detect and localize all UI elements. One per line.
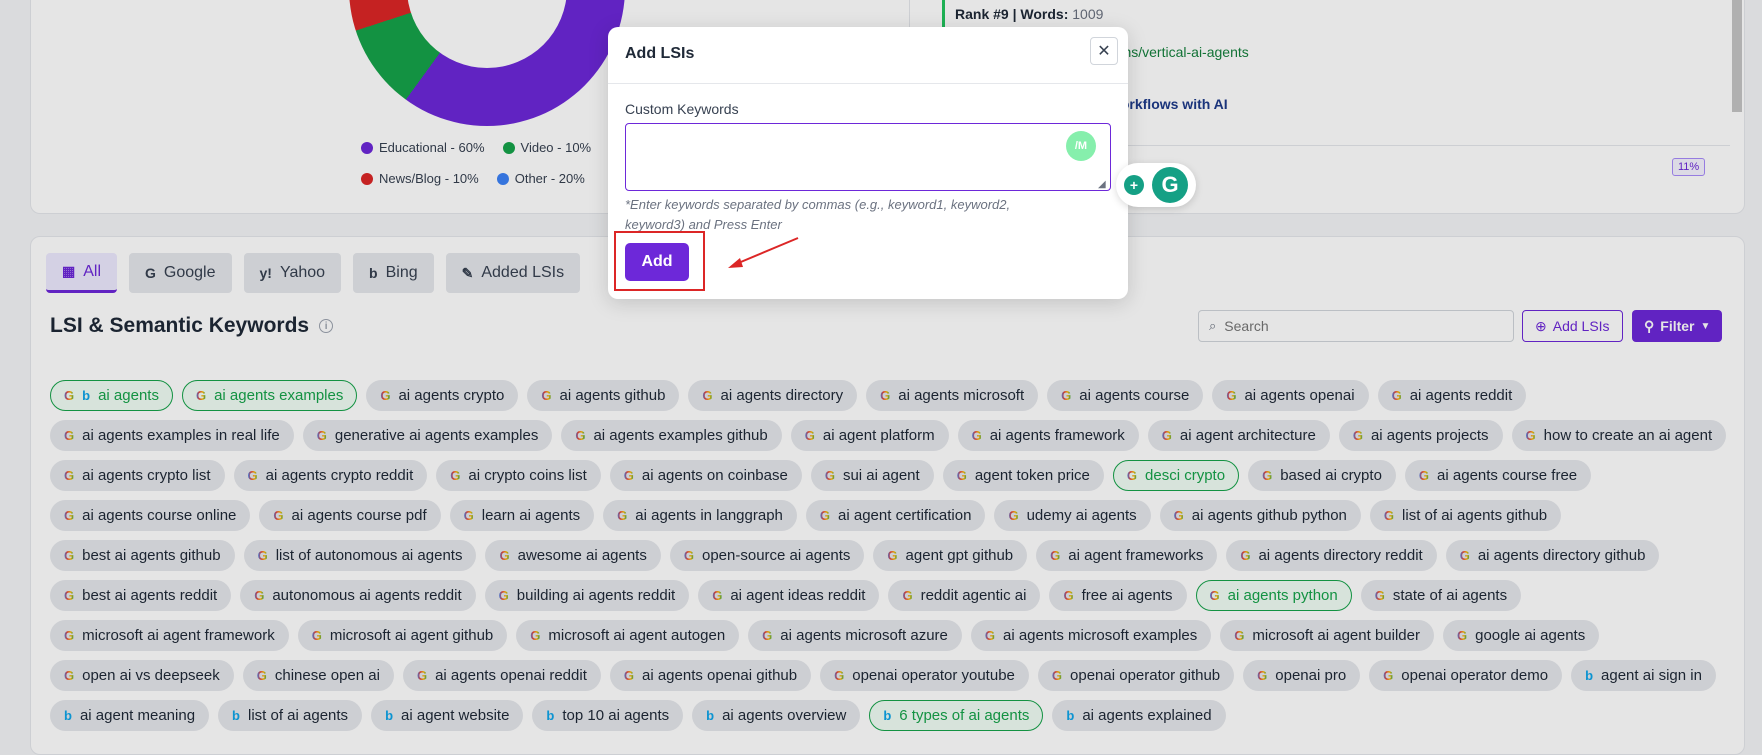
custom-keywords-textarea[interactable] <box>625 123 1111 191</box>
close-button[interactable]: ✕ <box>1090 37 1118 65</box>
input-hint: *Enter keywords separated by commas (e.g… <box>625 197 1011 232</box>
lightbulb-icon[interactable]: + <box>1124 175 1144 195</box>
grammarly-widget[interactable]: + G <box>1116 163 1196 207</box>
custom-keywords-label: Custom Keywords <box>625 101 739 117</box>
grammarly-icon[interactable]: G <box>1152 167 1188 203</box>
avatar: /M <box>1066 131 1096 161</box>
highlight-box <box>614 231 705 291</box>
modal-title: Add LSIs <box>608 27 1128 84</box>
red-arrow-icon <box>728 237 799 268</box>
close-icon: ✕ <box>1097 43 1111 60</box>
